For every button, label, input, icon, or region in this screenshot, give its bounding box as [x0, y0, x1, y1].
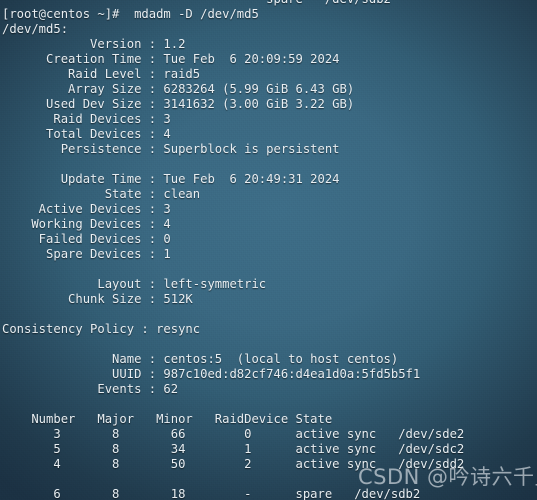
terminal-line-array-size: Array Size : 6283264 (5.99 GiB 6.43 GB) [2, 82, 355, 96]
terminal-line-blank-2 [0, 262, 537, 277]
terminal-line-raid-level: Raid Level : raid5 [2, 67, 201, 81]
device-table-row: 4 8 50 2 active sync /dev/sdd2 [2, 457, 465, 471]
terminal-line-used-dev-size: Used Dev Size : 3141632 (3.00 GiB 3.22 G… [2, 97, 355, 111]
terminal-line-blank-4 [0, 337, 537, 352]
terminal-line-total-devices: Total Devices : 4 [2, 127, 171, 141]
terminal-output: spare /dev/sdb2 [root@centos ~]# mdadm -… [0, 0, 537, 500]
terminal-line-uuid: UUID : 987c10ed:d82cf746:d4ea1d0a:5fd5b5… [2, 367, 421, 381]
terminal-line-blank-1 [0, 157, 537, 172]
device-table-row: 3 8 66 0 active sync /dev/sde2 [2, 427, 465, 441]
terminal-line-consistency-policy: Consistency Policy : resync [2, 322, 201, 336]
terminal-line-spare-devices: Spare Devices : 1 [2, 247, 171, 261]
terminal-line-layout: Layout : left-symmetric [2, 277, 267, 291]
terminal-line-active-devices: Active Devices : 3 [2, 202, 171, 216]
terminal-line-name: Name : centos:5 (local to host centos) [2, 352, 399, 366]
terminal-line-blank-5 [0, 397, 537, 412]
terminal-window[interactable]: spare /dev/sdb2 [root@centos ~]# mdadm -… [0, 0, 537, 500]
terminal-line-raid-devices: Raid Devices : 3 [2, 112, 171, 126]
terminal-line-clipped: spare /dev/sdb2 [0, 0, 537, 7]
device-table-header: Number Major Minor RaidDevice State [2, 412, 333, 426]
terminal-line-update-time: Update Time : Tue Feb 6 20:49:31 2024 [2, 172, 340, 186]
terminal-line-blank-3 [0, 307, 537, 322]
terminal-prompt-line[interactable]: [root@centos ~]# mdadm -D /dev/md5 [0, 7, 537, 22]
terminal-line-chunk-size: Chunk Size : 512K [2, 292, 193, 306]
terminal-line-version: Version : 1.2 [2, 37, 186, 51]
terminal-line-failed-devices: Failed Devices : 0 [2, 232, 171, 246]
terminal-line-events: Events : 62 [2, 382, 179, 396]
device-table-row: 6 8 18 - spare /dev/sdb2 [2, 487, 421, 500]
terminal-line-persistence: Persistence : Superblock is persistent [2, 142, 340, 156]
terminal-line-creation-time: Creation Time : Tue Feb 6 20:09:59 2024 [2, 52, 340, 66]
device-table-row: 5 8 34 1 active sync /dev/sdc2 [2, 442, 465, 456]
terminal-line-working-devices: Working Devices : 4 [2, 217, 171, 231]
terminal-device-header: /dev/md5: [2, 22, 69, 36]
terminal-line-blank-6 [0, 472, 537, 487]
terminal-line-state: State : clean [2, 187, 201, 201]
